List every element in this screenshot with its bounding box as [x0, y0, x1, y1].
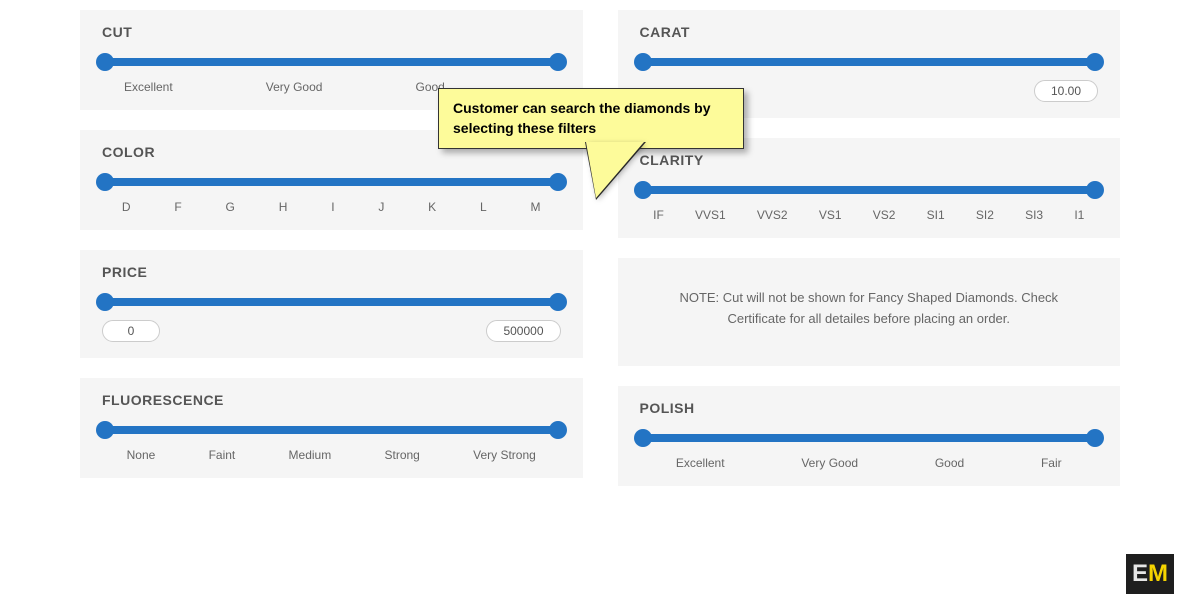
clarity-tick-label: SI3	[1025, 208, 1043, 222]
right-column: CARAT 10.00 CLARITY IF VV	[618, 10, 1121, 486]
polish-ticks: Excellent Very Good Good Fair	[634, 456, 1105, 470]
fluorescence-tick-label: Very Strong	[473, 448, 536, 462]
color-handle-max[interactable]	[549, 173, 567, 191]
logo-letter-m: M	[1148, 560, 1168, 588]
color-tick-label: G	[226, 200, 235, 214]
callout-text: Customer can search the diamonds by sele…	[453, 100, 711, 136]
clarity-tick-label: I1	[1074, 208, 1084, 222]
price-values: 0 500000	[96, 320, 567, 342]
price-title: PRICE	[102, 264, 567, 280]
cut-tick-label: Excellent	[124, 80, 173, 94]
color-tick-label: M	[530, 200, 540, 214]
price-filter-card: PRICE 0 500000	[80, 250, 583, 358]
price-track	[100, 298, 563, 306]
fluorescence-ticks: None Faint Medium Strong Very Strong	[96, 448, 567, 462]
color-tick-label: F	[174, 200, 181, 214]
price-slider[interactable]	[96, 298, 567, 306]
polish-title: POLISH	[640, 400, 1105, 416]
polish-handle-min[interactable]	[634, 429, 652, 447]
color-ticks: D F G H I J K L M	[96, 200, 567, 214]
logo-letter-e: E	[1132, 560, 1148, 588]
filters-container: CUT Excellent Very Good Good COLOR	[0, 0, 1200, 486]
clarity-title: CLARITY	[640, 152, 1105, 168]
fluorescence-handle-min[interactable]	[96, 421, 114, 439]
clarity-tick-label: VS1	[819, 208, 842, 222]
carat-title: CARAT	[640, 24, 1105, 40]
color-tick-label: J	[378, 200, 384, 214]
clarity-tick-label: SI2	[976, 208, 994, 222]
clarity-track	[638, 186, 1101, 194]
note-card: NOTE: Cut will not be shown for Fancy Sh…	[618, 258, 1121, 366]
cut-handle-min[interactable]	[96, 53, 114, 71]
carat-max-pill[interactable]: 10.00	[1034, 80, 1098, 102]
cut-ticks: Excellent Very Good Good	[96, 80, 449, 94]
cut-tick-label: Very Good	[266, 80, 323, 94]
polish-tick-label: Very Good	[801, 456, 858, 470]
clarity-filter-card: CLARITY IF VVS1 VVS2 VS1 VS2 SI1 SI2 SI3…	[618, 138, 1121, 238]
polish-filter-card: POLISH Excellent Very Good Good Fair	[618, 386, 1121, 486]
fluorescence-slider[interactable]	[96, 426, 567, 434]
price-min-pill[interactable]: 0	[102, 320, 160, 342]
tooltip-callout: Customer can search the diamonds by sele…	[438, 88, 744, 149]
color-slider[interactable]	[96, 178, 567, 186]
fluorescence-track	[100, 426, 563, 434]
color-tick-label: H	[279, 200, 288, 214]
clarity-tick-label: IF	[653, 208, 664, 222]
fluorescence-tick-label: Faint	[209, 448, 236, 462]
fluorescence-tick-label: None	[127, 448, 156, 462]
cut-slider[interactable]	[96, 58, 567, 66]
left-column: CUT Excellent Very Good Good COLOR	[80, 10, 583, 486]
color-tick-label: L	[480, 200, 487, 214]
fluorescence-tick-label: Medium	[289, 448, 332, 462]
polish-slider[interactable]	[634, 434, 1105, 442]
clarity-tick-label: SI1	[927, 208, 945, 222]
carat-handle-min[interactable]	[634, 53, 652, 71]
polish-tick-label: Good	[935, 456, 964, 470]
fluorescence-tick-label: Strong	[384, 448, 419, 462]
polish-tick-label: Excellent	[676, 456, 725, 470]
color-handle-min[interactable]	[96, 173, 114, 191]
note-text: NOTE: Cut will not be shown for Fancy Sh…	[658, 288, 1081, 330]
clarity-handle-max[interactable]	[1086, 181, 1104, 199]
cut-track	[100, 58, 563, 66]
polish-handle-max[interactable]	[1086, 429, 1104, 447]
clarity-slider[interactable]	[634, 186, 1105, 194]
polish-track	[638, 434, 1101, 442]
price-handle-max[interactable]	[549, 293, 567, 311]
clarity-tick-label: VVS2	[757, 208, 788, 222]
carat-handle-max[interactable]	[1086, 53, 1104, 71]
em-logo: EM	[1126, 554, 1174, 594]
clarity-tick-label: VVS1	[695, 208, 726, 222]
color-track	[100, 178, 563, 186]
polish-tick-label: Fair	[1041, 456, 1062, 470]
clarity-tick-label: VS2	[873, 208, 896, 222]
carat-track	[638, 58, 1101, 66]
color-tick-label: I	[331, 200, 334, 214]
cut-handle-max[interactable]	[549, 53, 567, 71]
fluorescence-title: FLUORESCENCE	[102, 392, 567, 408]
fluorescence-filter-card: FLUORESCENCE None Faint Medium Strong Ve…	[80, 378, 583, 478]
color-tick-label: D	[122, 200, 131, 214]
clarity-ticks: IF VVS1 VVS2 VS1 VS2 SI1 SI2 SI3 I1	[634, 208, 1105, 222]
price-handle-min[interactable]	[96, 293, 114, 311]
fluorescence-handle-max[interactable]	[549, 421, 567, 439]
color-tick-label: K	[428, 200, 436, 214]
price-max-pill[interactable]: 500000	[486, 320, 560, 342]
cut-title: CUT	[102, 24, 567, 40]
carat-slider[interactable]	[634, 58, 1105, 66]
